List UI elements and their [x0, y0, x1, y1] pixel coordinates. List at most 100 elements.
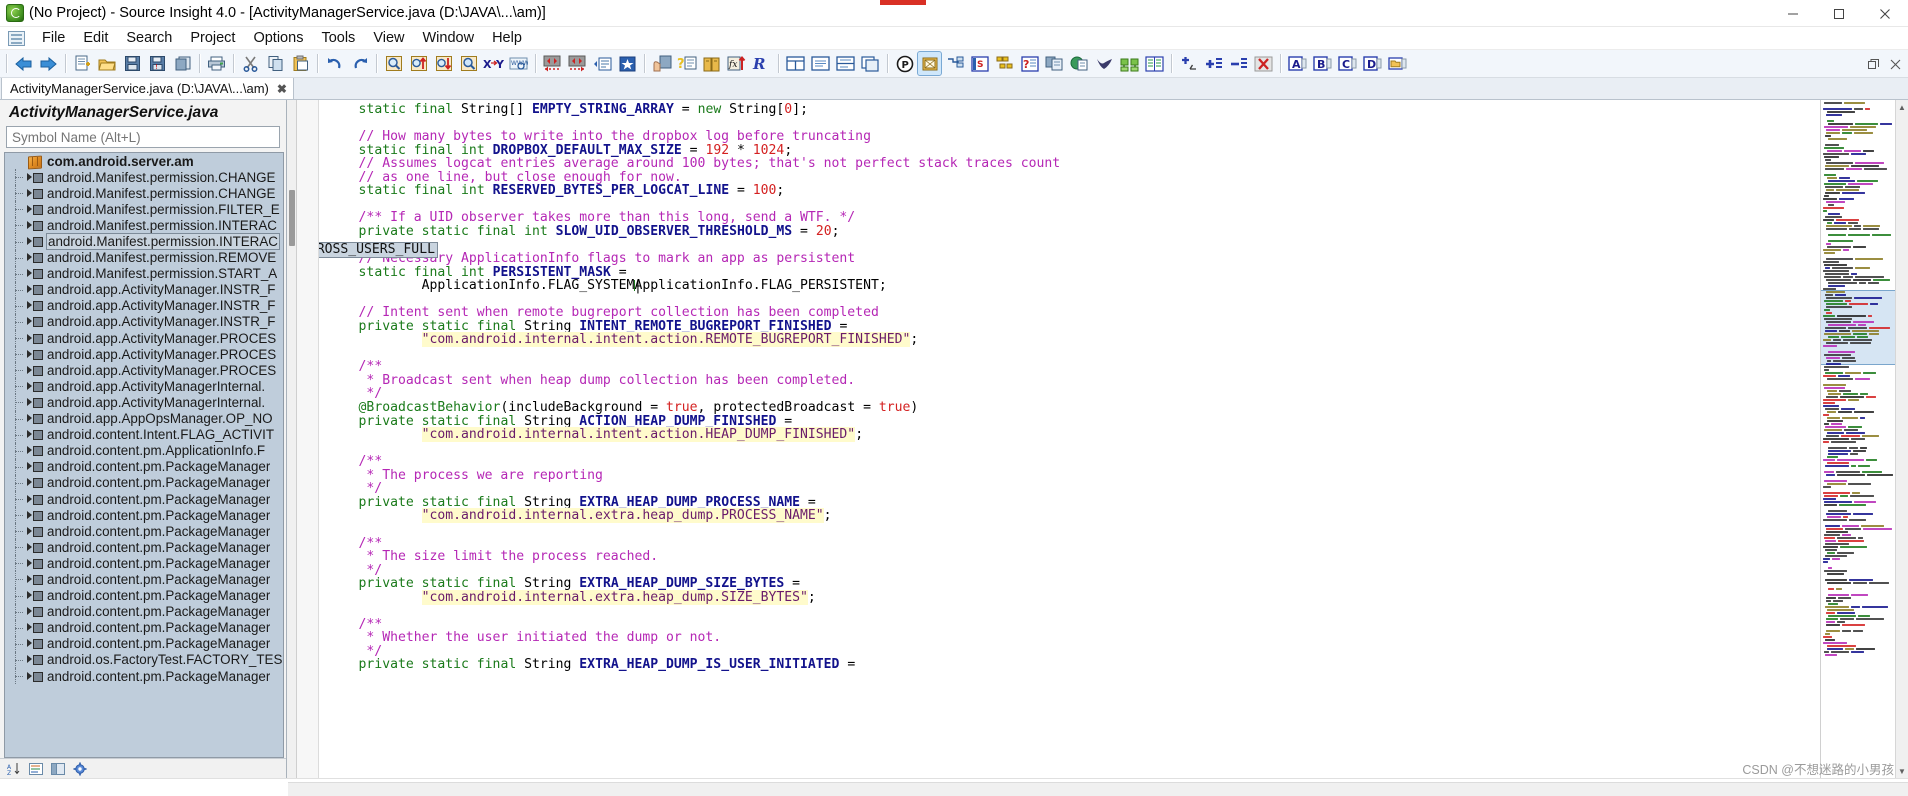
- symbol-search-input[interactable]: [6, 126, 280, 148]
- contents-window-icon[interactable]: [943, 52, 966, 75]
- relation-window-icon[interactable]: R: [750, 52, 773, 75]
- symbol-list-item[interactable]: android.os.FactoryTest.FACTORY_TES: [5, 651, 283, 669]
- editor-scroll-region[interactable]: static final String[] EMPTY_STRING_ARRAY…: [319, 100, 1820, 778]
- bookmark-star-icon[interactable]: [616, 52, 639, 75]
- paste-icon[interactable]: [289, 52, 312, 75]
- symbol-list-item[interactable]: android.app.ActivityManagerInternal.: [5, 378, 283, 395]
- jump-back-icon[interactable]: [541, 52, 564, 75]
- symbol-list-item[interactable]: android.Manifest.permission.INTERAC: [5, 217, 283, 234]
- save-all-icon[interactable]: !: [146, 52, 169, 75]
- settings-gear-icon[interactable]: [72, 761, 88, 776]
- context-window-icon[interactable]: ?: [1018, 52, 1041, 75]
- copy-icon[interactable]: [264, 52, 287, 75]
- outline-icon[interactable]: [993, 52, 1016, 75]
- symbol-list-item[interactable]: android.content.pm.PackageManager: [5, 587, 283, 604]
- symbol-list-item[interactable]: android.app.ActivityManager.INSTR_F: [5, 297, 283, 315]
- code-minimap[interactable]: ▲ ▼: [1820, 100, 1908, 778]
- document-tab-activitymanagerservice[interactable]: ActivityManagerService.java (D:\JAVA\...…: [1, 77, 294, 99]
- symbol-list-item[interactable]: android.content.Intent.FLAG_ACTIVIT: [5, 426, 283, 443]
- reference-book-icon[interactable]: [700, 52, 723, 75]
- menu-help[interactable]: Help: [483, 28, 531, 48]
- duplicate-window-icon[interactable]: [859, 52, 882, 75]
- symbol-list-item[interactable]: android.content.pm.PackageManager: [5, 523, 283, 540]
- menu-file[interactable]: File: [33, 28, 74, 48]
- split-pane-icon[interactable]: [834, 52, 857, 75]
- editor-scroll-thumb[interactable]: [289, 190, 295, 246]
- search-web-icon[interactable]: WWW: [507, 52, 530, 75]
- symbol-list-item[interactable]: com.android.server.am: [5, 153, 283, 169]
- bird-icon[interactable]: [1093, 52, 1116, 75]
- symbol-list-item[interactable]: android.content.pm.PackageManager: [5, 539, 283, 556]
- close-file-icon[interactable]: [171, 52, 194, 75]
- undo-icon[interactable]: [323, 52, 346, 75]
- symbol-list-item[interactable]: android.app.ActivityManager.INSTR_F: [5, 281, 283, 298]
- replace-xy-icon[interactable]: XY: [482, 52, 505, 75]
- new-file-icon[interactable]: [71, 52, 94, 75]
- minimize-button[interactable]: [1770, 0, 1816, 27]
- bookmark-a-icon[interactable]: A: [1286, 52, 1309, 75]
- search-down-icon[interactable]: [432, 52, 455, 75]
- symbol-list-item[interactable]: android.Manifest.permission.CHANGE: [5, 185, 283, 202]
- restore-down-doc-button[interactable]: [1862, 53, 1884, 75]
- scroll-up-arrow-icon[interactable]: ▲: [1896, 100, 1908, 114]
- symbol-list-item[interactable]: android.Manifest.permission.FILTER_E: [5, 201, 283, 218]
- editor-vertical-rail[interactable]: [287, 100, 297, 778]
- symbol-list-item[interactable]: android.content.pm.PackageManager: [5, 619, 283, 636]
- sort-az-icon[interactable]: AZ: [6, 761, 22, 776]
- close-button[interactable]: [1862, 0, 1908, 27]
- symbol-list-item[interactable]: android.content.pm.ApplicationInfo.F: [5, 442, 283, 459]
- menu-tools[interactable]: Tools: [312, 28, 364, 48]
- symbol-list-item[interactable]: android.app.ActivityManager.INSTR_F: [5, 313, 283, 331]
- symbol-list-item[interactable]: android.content.pm.PackageManager: [5, 603, 283, 620]
- close-doc-button[interactable]: [1884, 53, 1906, 75]
- compare-files-icon[interactable]: [1118, 52, 1141, 75]
- symbol-list-item[interactable]: android.content.pm.PackageManager: [5, 474, 283, 492]
- menu-view[interactable]: View: [364, 28, 413, 48]
- horizontal-scrollbar[interactable]: [288, 782, 1908, 796]
- bookmark-d-icon[interactable]: D: [1361, 52, 1384, 75]
- symbol-list-item[interactable]: android.content.pm.PackageManager: [5, 555, 283, 572]
- bookmark-folder-icon[interactable]: [1386, 52, 1409, 75]
- bookmark-c-icon[interactable]: C: [1336, 52, 1359, 75]
- print-icon[interactable]: [205, 52, 228, 75]
- redo-icon[interactable]: [348, 52, 371, 75]
- smart-rename-icon[interactable]: [650, 52, 673, 75]
- symbol-list-item[interactable]: android.app.AppOpsManager.OP_NO: [5, 410, 283, 427]
- symbol-list-item[interactable]: android.content.pm.PackageManager: [5, 458, 283, 475]
- indent-more-icon[interactable]: [1202, 52, 1225, 75]
- jump-to-definition-icon[interactable]: [591, 52, 614, 75]
- forward-arrow-icon[interactable]: [37, 52, 60, 75]
- save-icon[interactable]: [121, 52, 144, 75]
- symbol-list-item[interactable]: android.app.ActivityManager.PROCES: [5, 346, 283, 363]
- open-folder-icon[interactable]: [96, 52, 119, 75]
- symbol-list-item[interactable]: android.Manifest.permission.INTERAC: [5, 233, 283, 251]
- clip-window-icon[interactable]: [1043, 52, 1066, 75]
- panel-view-icon[interactable]: [50, 761, 66, 776]
- indent-less-icon[interactable]: [1227, 52, 1250, 75]
- context-help-icon[interactable]: ?: [675, 52, 698, 75]
- list-view-icon[interactable]: [28, 761, 44, 776]
- jump-forward-icon[interactable]: [566, 52, 589, 75]
- menu-edit[interactable]: Edit: [74, 28, 117, 48]
- scroll-down-arrow-icon[interactable]: ▼: [1896, 764, 1908, 778]
- symbol-info-icon[interactable]: S: [968, 52, 991, 75]
- cut-scissors-icon[interactable]: [239, 52, 262, 75]
- clear-marks-icon[interactable]: [1252, 52, 1275, 75]
- symbol-list-item[interactable]: android.Manifest.permission.START_A: [5, 265, 283, 282]
- add-line-icon[interactable]: [1177, 52, 1200, 75]
- symbol-list-item[interactable]: android.content.pm.PackageManager: [5, 635, 283, 653]
- back-arrow-icon[interactable]: [12, 52, 35, 75]
- symbol-list-item[interactable]: android.content.pm.PackageManager: [5, 507, 283, 524]
- symbol-list-item[interactable]: android.content.pm.PackageManager: [5, 668, 283, 685]
- symbol-list-item[interactable]: android.content.pm.PackageManager: [5, 571, 283, 588]
- symbol-list-item[interactable]: android.Manifest.permission.REMOVE: [5, 249, 283, 266]
- source-code[interactable]: static final String[] EMPTY_STRING_ARRAY…: [319, 103, 1820, 672]
- function-up-icon[interactable]: fx: [725, 52, 748, 75]
- maximize-button[interactable]: [1816, 0, 1862, 27]
- search-up-icon[interactable]: [407, 52, 430, 75]
- symbol-list-item[interactable]: android.app.ActivityManagerInternal.: [5, 394, 283, 411]
- symbol-list-item[interactable]: android.content.pm.PackageManager: [5, 490, 283, 508]
- project-window-icon[interactable]: P: [893, 52, 916, 75]
- symbol-list[interactable]: com.android.server.am android.Manifest.pe…: [4, 152, 284, 758]
- menu-search[interactable]: Search: [117, 28, 181, 48]
